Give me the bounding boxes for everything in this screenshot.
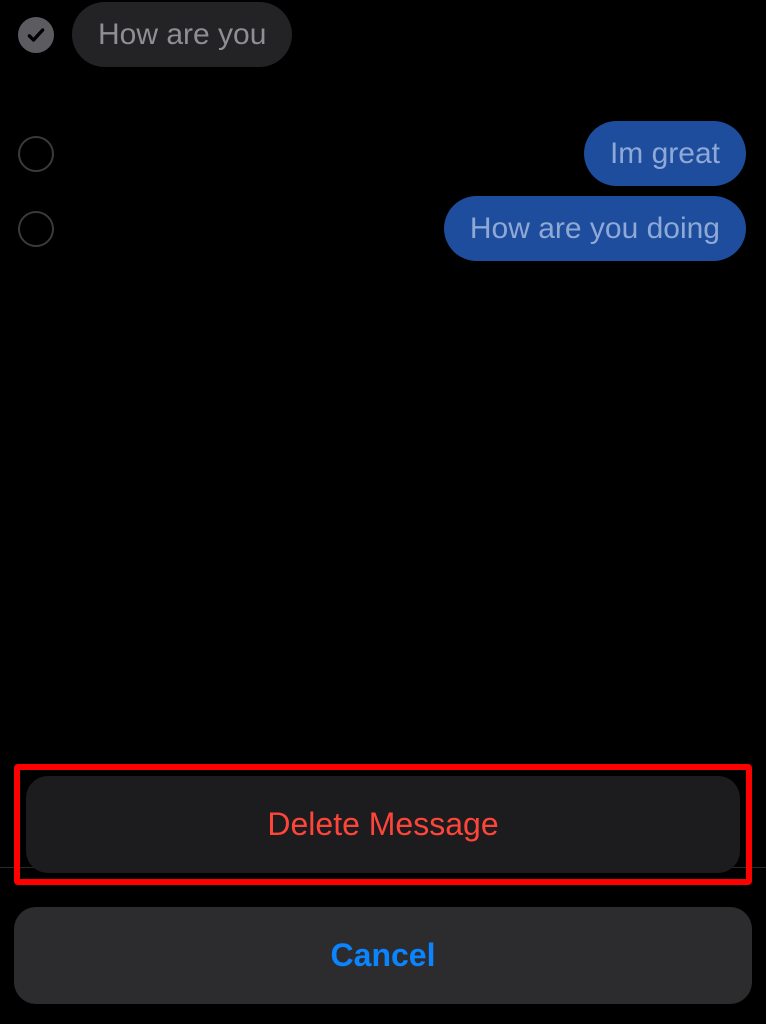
message-bubble-incoming[interactable]: How are you xyxy=(72,2,292,67)
selection-column xyxy=(0,136,72,172)
selection-column xyxy=(0,211,72,247)
message-bubble-outgoing[interactable]: How are you doing xyxy=(444,196,746,261)
action-sheet: Delete Message Cancel xyxy=(14,764,752,1004)
message-row: Im great xyxy=(0,67,766,186)
highlight-box: Delete Message xyxy=(14,764,752,885)
cancel-button-label: Cancel xyxy=(331,937,436,973)
message-row: How are you xyxy=(0,0,766,67)
selection-column xyxy=(0,17,72,53)
checkmark-icon xyxy=(26,25,46,45)
chat-screen: How are you Im great How are you doing xyxy=(0,0,766,1024)
message-row: How are you doing xyxy=(0,186,766,261)
delete-button-label: Delete Message xyxy=(267,806,498,842)
select-message-checkbox[interactable] xyxy=(18,211,54,247)
select-message-checkbox[interactable] xyxy=(18,136,54,172)
message-text: How are you xyxy=(98,18,266,51)
message-text: How are you doing xyxy=(470,212,720,245)
message-text: Im great xyxy=(610,137,720,170)
select-message-checkbox[interactable] xyxy=(18,17,54,53)
delete-message-button[interactable]: Delete Message xyxy=(26,776,740,873)
message-bubble-outgoing[interactable]: Im great xyxy=(584,121,746,186)
cancel-button[interactable]: Cancel xyxy=(14,907,752,1004)
